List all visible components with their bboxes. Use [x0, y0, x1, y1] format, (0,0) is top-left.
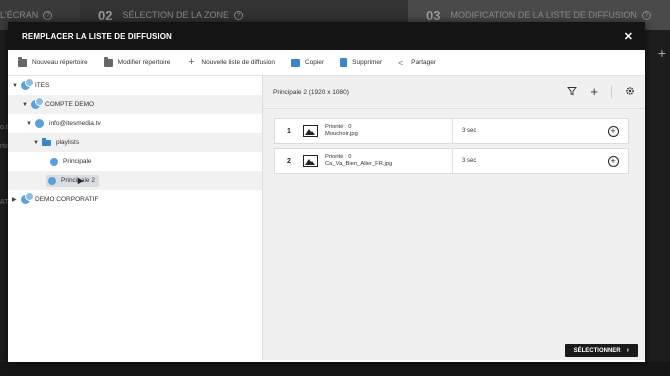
- gear-icon[interactable]: [625, 86, 635, 99]
- chevron-down-icon[interactable]: ▼: [26, 121, 35, 127]
- help-icon: ?: [641, 10, 651, 20]
- add-circle-icon[interactable]: +: [607, 155, 619, 167]
- edit-folder-label: Modifier répertoire: [117, 59, 171, 66]
- chevron-down-icon[interactable]: ▼: [33, 140, 42, 146]
- item-add: +: [598, 125, 628, 137]
- playlist-item[interactable]: 1 Priorité : 0 Mouchoir.jpg 3 sec +: [274, 118, 629, 144]
- item-priority: Priorité : 0: [325, 154, 352, 160]
- edit-folder-button[interactable]: Modifier répertoire: [103, 56, 171, 67]
- bg-plus-icon: +: [657, 45, 666, 61]
- playlist-icon: [50, 157, 58, 166]
- bg-step-2-number: 02: [98, 7, 113, 23]
- tree-node-label: Principale: [63, 158, 92, 165]
- item-info: Priorité : 0 Mouchoir.jpg: [325, 119, 453, 143]
- close-icon[interactable]: ✕: [624, 30, 633, 43]
- modal-title: REMPLACER LA LISTE DE DIFFUSION: [22, 31, 172, 41]
- playlist-icon: [48, 176, 56, 185]
- modal-header: REMPLACER LA LISTE DE DIFFUSION ✕: [8, 22, 645, 50]
- tree-node-label: playlists: [56, 139, 80, 146]
- selected-playlist[interactable]: Principale 2: [46, 174, 99, 187]
- toolbar: Nouveau répertoire Modifier répertoire +…: [8, 50, 645, 76]
- group-icon: [21, 78, 34, 90]
- tree-node-label: COMPTE DEMO: [45, 101, 95, 108]
- new-playlist-button[interactable]: + Nouvelle liste de diffusion: [186, 55, 275, 68]
- trash-icon: [340, 58, 348, 67]
- filter-icon[interactable]: [567, 86, 578, 99]
- item-number: 1: [287, 127, 291, 135]
- item-duration: 3 sec: [462, 158, 477, 164]
- add-icon[interactable]: +: [590, 85, 598, 98]
- item-info: Priorité : 0 Ca_Va_Bien_Aller_FR.jpg: [325, 149, 453, 173]
- tree-node-label: DEMO CORPORATIF: [35, 196, 99, 203]
- bg-step-3-label: MODIFICATION DE LA LISTE DE DIFFUSION: [450, 10, 637, 20]
- new-playlist-label: Nouvelle liste de diffusion: [201, 59, 275, 66]
- delete-button[interactable]: Supprimer: [340, 58, 382, 67]
- item-duration: 3 sec: [462, 128, 477, 134]
- replace-playlist-modal: REMPLACER LA LISTE DE DIFFUSION ✕ Nouvea…: [8, 22, 645, 362]
- chevron-right-icon: ›: [626, 347, 629, 354]
- copy-icon: [291, 58, 300, 67]
- playlist-actions: +: [567, 85, 635, 99]
- new-folder-label: Nouveau répertoire: [32, 59, 88, 66]
- new-folder-button[interactable]: Nouveau répertoire: [18, 56, 88, 67]
- item-add: +: [598, 155, 628, 167]
- image-icon: [303, 125, 318, 137]
- tree-node-demo-corporatif[interactable]: ▶ DEMO CORPORATIF: [8, 190, 262, 209]
- tree-node-principale-2[interactable]: Principale 2: [8, 171, 262, 190]
- item-filename: Ca_Va_Bien_Aller_FR.jpg: [325, 161, 393, 167]
- copy-button[interactable]: Copier: [291, 58, 325, 67]
- group-icon: [21, 192, 34, 204]
- folder-icon: [18, 56, 27, 67]
- item-number: 2: [287, 157, 291, 165]
- share-label: Partager: [411, 59, 437, 66]
- playlist-header: Principale 2 (1920 x 1080) +: [263, 76, 645, 109]
- tree-node-principale[interactable]: Principale: [8, 152, 262, 171]
- group-icon: [31, 97, 44, 109]
- select-button-label: SÉLECTIONNER: [573, 347, 621, 354]
- playlist-title: Principale 2 (1920 x 1080): [273, 88, 349, 96]
- delete-label: Supprimer: [352, 59, 383, 66]
- divider: [611, 86, 612, 98]
- folder-icon: [42, 137, 51, 146]
- item-filename: Mouchoir.jpg: [325, 131, 358, 137]
- tree-node-label: ITES: [35, 82, 50, 89]
- modal-body: ▼ ITES ▼ COMPTE DEMO ▼ info@itesmedia.tv…: [8, 76, 645, 360]
- copy-label: Copier: [305, 59, 325, 66]
- playlist-content: Principale 2 (1920 x 1080) + 1 Priorité: [263, 76, 645, 360]
- image-icon: [303, 155, 318, 167]
- share-icon: <: [398, 57, 404, 68]
- chevron-down-icon[interactable]: ▼: [22, 102, 31, 108]
- add-circle-icon[interactable]: +: [607, 125, 619, 137]
- item-priority: Priorité : 0: [325, 124, 352, 130]
- bg-step-2-label: SÉLECTION DE LA ZONE: [122, 10, 229, 20]
- plus-icon: +: [188, 55, 195, 68]
- globe-icon: [35, 119, 44, 128]
- tree-node-compte-demo[interactable]: ▼ COMPTE DEMO: [8, 95, 262, 114]
- help-icon: ?: [43, 10, 53, 20]
- select-button[interactable]: SÉLECTIONNER ›: [564, 344, 638, 357]
- folder-edit-icon: [103, 56, 113, 67]
- tree-node-account[interactable]: ▼ info@itesmedia.tv: [8, 114, 262, 133]
- chevron-right-icon[interactable]: ▶: [12, 196, 21, 203]
- tree-node-ites[interactable]: ▼ ITES: [8, 76, 262, 95]
- tree-node-playlists[interactable]: ▼ playlists: [8, 133, 262, 152]
- share-button[interactable]: < Partager: [398, 57, 437, 68]
- tree-node-label: info@itesmedia.tv: [49, 120, 101, 127]
- chevron-down-icon[interactable]: ▼: [12, 83, 21, 89]
- playlist-item[interactable]: 2 Priorité : 0 Ca_Va_Bien_Aller_FR.jpg 3…: [274, 148, 629, 174]
- background-bottom-bar: [0, 362, 670, 376]
- folder-tree: ▼ ITES ▼ COMPTE DEMO ▼ info@itesmedia.tv…: [8, 76, 263, 360]
- bg-step-1-label: L'ÉCRAN: [0, 10, 39, 20]
- bg-step-3-number: 03: [426, 7, 441, 23]
- help-icon: ?: [234, 10, 243, 20]
